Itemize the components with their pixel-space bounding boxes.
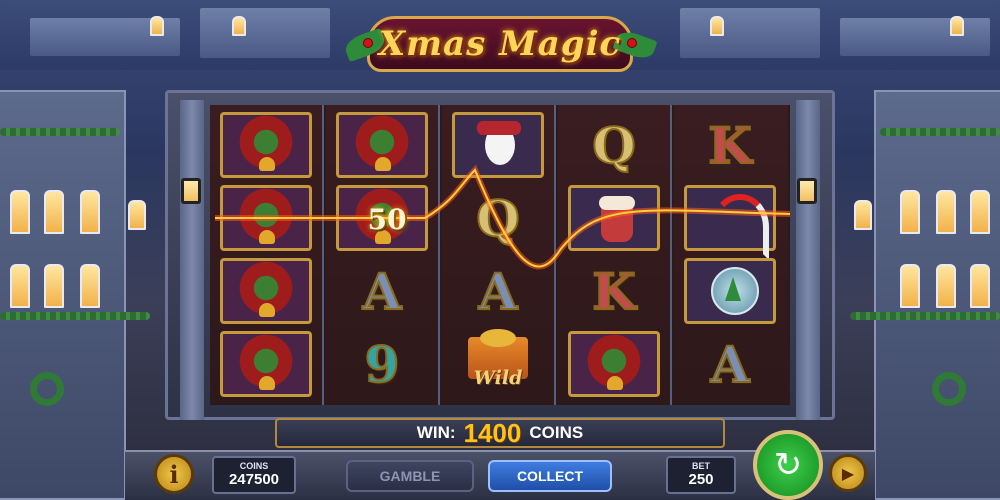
bells-bow-icon bbox=[220, 185, 312, 251]
lit-window bbox=[900, 264, 920, 308]
frame-post-left bbox=[180, 100, 204, 420]
symbol-bells-bow bbox=[330, 110, 434, 180]
symbol-bells-bow bbox=[214, 329, 318, 399]
symbol-letter-q: Q bbox=[562, 110, 666, 180]
wreath-decoration bbox=[932, 372, 966, 406]
symbol-letter: K bbox=[707, 115, 752, 176]
reel-1 bbox=[210, 105, 324, 405]
gift-bow bbox=[480, 329, 516, 347]
reel-3: Q A Wild bbox=[442, 105, 556, 405]
spin-button[interactable]: ↻ bbox=[753, 430, 823, 500]
hot-cocoa-mug-icon bbox=[568, 185, 660, 251]
candy-canes-icon bbox=[684, 185, 776, 260]
symbol-bells-bow bbox=[214, 110, 318, 180]
wreath-decoration bbox=[30, 372, 64, 406]
lit-window bbox=[710, 16, 724, 36]
symbol-wild: Wild bbox=[446, 329, 550, 399]
symbol-snow-globe bbox=[678, 256, 782, 326]
symbol-letter-k: K bbox=[562, 256, 666, 326]
symbol-bells-bow bbox=[214, 183, 318, 253]
rooftop bbox=[680, 8, 820, 58]
symbol-letter: Q bbox=[591, 115, 637, 176]
street-lamp-icon bbox=[181, 178, 201, 204]
reel-4: Q K bbox=[558, 105, 672, 405]
symbol-hot-cocoa-mug bbox=[562, 183, 666, 253]
garland bbox=[850, 312, 1000, 320]
bet-label: BET bbox=[692, 461, 710, 471]
symbol-nine: 9 bbox=[330, 329, 434, 399]
rooftop bbox=[840, 18, 990, 56]
lit-window bbox=[80, 190, 100, 234]
reel-2: A 9 bbox=[326, 105, 440, 405]
lit-window bbox=[970, 264, 990, 308]
lit-window bbox=[44, 190, 64, 234]
symbol-candy-canes bbox=[678, 183, 782, 260]
symbol-snowman-stocking bbox=[446, 110, 550, 180]
wild-label: Wild bbox=[473, 367, 523, 389]
garland bbox=[0, 128, 120, 136]
reel-grid: A 9 Q A Wild Q K K A bbox=[210, 105, 790, 405]
lit-window bbox=[970, 190, 990, 234]
snow-globe-icon bbox=[684, 258, 776, 324]
win-display: WIN: 1400 COINS bbox=[275, 418, 725, 448]
lit-window bbox=[936, 190, 956, 234]
info-button[interactable]: i bbox=[154, 454, 194, 494]
win-label: WIN: bbox=[416, 423, 456, 442]
lit-window bbox=[150, 16, 164, 36]
bet-value: 250 bbox=[688, 471, 714, 488]
lit-window bbox=[232, 16, 246, 36]
garland bbox=[880, 128, 1000, 136]
game-logo: Xmas Magic bbox=[342, 4, 658, 76]
win-amount: 1400 bbox=[463, 417, 522, 448]
bells-bow-icon bbox=[220, 331, 312, 397]
symbol-letter: Q bbox=[475, 188, 521, 249]
refresh-arrows-icon: ↻ bbox=[773, 445, 803, 485]
symbol-letter-q: Q bbox=[446, 183, 550, 253]
symbol-letter: K bbox=[591, 261, 636, 322]
frame-post-right bbox=[796, 100, 820, 420]
symbol-letter-a: A bbox=[446, 256, 550, 326]
reel-5: K A bbox=[674, 105, 788, 405]
garland bbox=[0, 312, 150, 320]
lit-window bbox=[900, 190, 920, 234]
symbol-letter: A bbox=[362, 261, 403, 322]
symbol-letter: A bbox=[478, 261, 519, 322]
symbol-letter: A bbox=[710, 334, 751, 395]
lit-window bbox=[80, 264, 100, 308]
line-win-amount: 50 bbox=[367, 202, 407, 236]
coins-display: COINS 247500 bbox=[212, 456, 296, 494]
win-unit: COINS bbox=[529, 423, 584, 442]
lit-window bbox=[128, 200, 146, 230]
info-icon: i bbox=[169, 459, 179, 489]
play-circle-icon: ▶ bbox=[841, 463, 855, 483]
bells-bow-icon bbox=[220, 258, 312, 324]
symbol-letter: 9 bbox=[364, 334, 401, 395]
bet-display[interactable]: BET 250 bbox=[666, 456, 736, 494]
bells-bow-icon bbox=[568, 331, 660, 397]
symbol-bells-bow bbox=[562, 329, 666, 399]
autoplay-button[interactable]: ▶ bbox=[829, 454, 867, 492]
gamble-button[interactable]: GAMBLE bbox=[346, 460, 474, 492]
lit-window bbox=[10, 264, 30, 308]
coins-label: COINS bbox=[239, 461, 269, 471]
snowman-stocking-icon bbox=[452, 112, 544, 178]
rooftop bbox=[200, 8, 330, 58]
lit-window bbox=[10, 190, 30, 234]
wild-gift-icon: Wild bbox=[450, 329, 546, 399]
symbol-letter-a: A bbox=[330, 256, 434, 326]
coins-value: 247500 bbox=[228, 471, 280, 488]
lit-window bbox=[950, 16, 964, 36]
symbol-letter-a: A bbox=[678, 329, 782, 399]
lit-window bbox=[44, 264, 64, 308]
collect-button[interactable]: COLLECT bbox=[488, 460, 612, 492]
bells-bow-icon bbox=[336, 112, 428, 178]
logo-title: Xmas Magic bbox=[378, 24, 622, 64]
street-lamp-icon bbox=[797, 178, 817, 204]
symbol-letter-k: K bbox=[678, 110, 782, 180]
lit-window bbox=[854, 200, 872, 230]
lit-window bbox=[936, 264, 956, 308]
bells-bow-icon bbox=[220, 112, 312, 178]
symbol-bells-bow bbox=[214, 256, 318, 326]
